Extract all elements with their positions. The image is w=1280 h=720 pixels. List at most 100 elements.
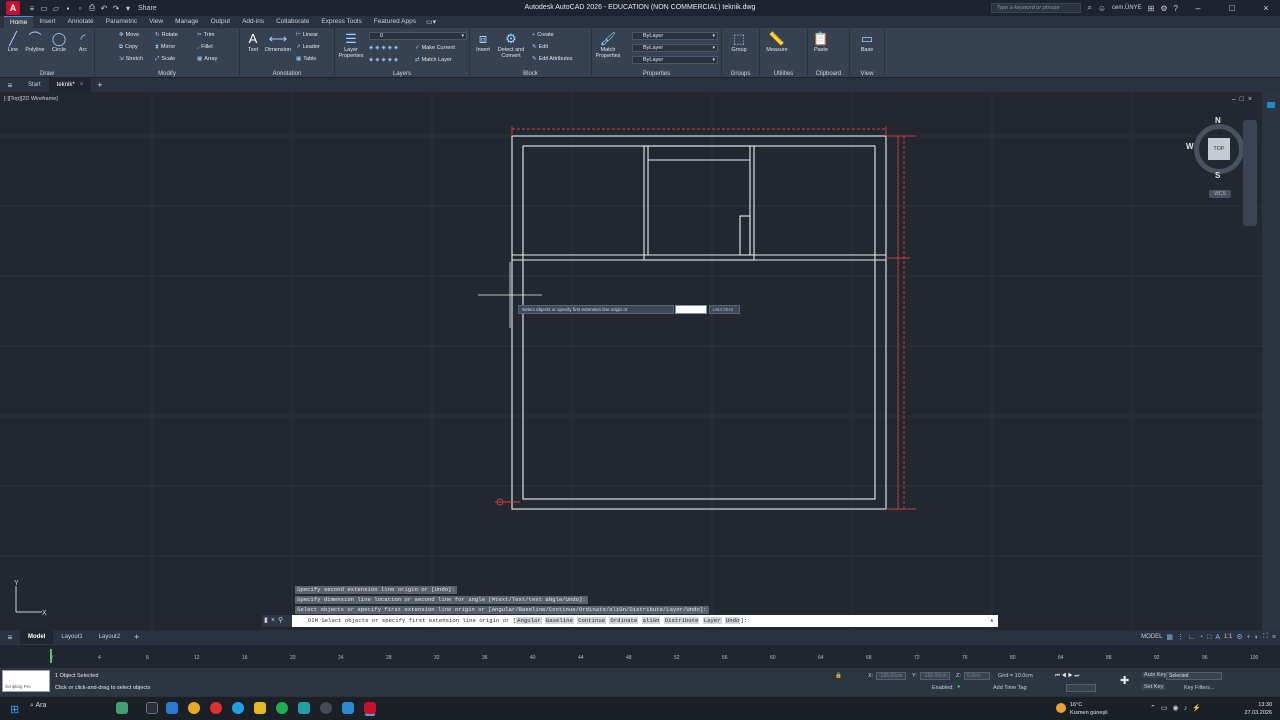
door-symbol[interactable] xyxy=(739,215,751,256)
z-coordinate-field[interactable]: 0.0cm xyxy=(964,672,990,680)
tab-teknik[interactable]: teknik* × xyxy=(48,78,92,92)
tab-collaborate[interactable]: Collaborate xyxy=(270,16,315,28)
measure-tool[interactable]: 📏 Measure xyxy=(764,31,790,53)
search-input[interactable]: Type a keyword or phrase xyxy=(991,3,1082,13)
command-input[interactable]: DIM Select objects or specify first exte… xyxy=(292,615,998,627)
outer-wall[interactable] xyxy=(511,135,887,510)
array-tool[interactable]: ▦ Array xyxy=(197,56,217,62)
layer-tools-icons[interactable]: ◈◈◈◈◈ xyxy=(369,45,400,51)
annotation-scale-icon[interactable]: A xyxy=(1215,634,1220,641)
text-tool[interactable]: A Text xyxy=(242,31,264,53)
dropdown-icon[interactable]: ▾ xyxy=(124,4,132,13)
navigation-bar[interactable] xyxy=(1243,120,1257,226)
mirror-tool[interactable]: ⧗ Mirror xyxy=(155,44,175,51)
edit-attributes-tool[interactable]: ✎ Edit Attributes xyxy=(532,56,573,62)
make-current-tool[interactable]: ✓ Make Current xyxy=(415,45,455,51)
share-button[interactable]: Share xyxy=(138,5,157,12)
tab-annotate[interactable]: Annotate xyxy=(62,16,100,28)
viewcube-top-face[interactable]: TOP xyxy=(1208,138,1230,160)
tab-parametric[interactable]: Parametric xyxy=(100,16,143,28)
enabled-toggle-icon[interactable]: ● xyxy=(957,684,960,690)
selected-combo[interactable]: Selected xyxy=(1166,672,1222,680)
tab-view[interactable]: View xyxy=(143,16,169,28)
arc-tool[interactable]: ◜ Arc xyxy=(72,31,94,53)
clipboard-panel-label[interactable]: Clipboard xyxy=(808,71,849,77)
lock-icon[interactable]: 🔒 xyxy=(835,673,842,679)
set-key-button[interactable]: Set Key xyxy=(1142,684,1166,690)
plot-icon[interactable]: ⎙ xyxy=(88,3,96,13)
frame-field[interactable] xyxy=(1066,684,1096,692)
chrome-icon[interactable] xyxy=(188,702,200,714)
taskbar-search[interactable]: ⌕ Ara xyxy=(30,702,46,710)
customize-icon[interactable]: ≡ xyxy=(1272,634,1276,641)
group-tool[interactable]: ⬚ Group xyxy=(728,31,750,53)
compass-north[interactable]: N xyxy=(1215,116,1221,125)
leader-tool[interactable]: ↗ Leader xyxy=(296,44,320,50)
polar-toggle-icon[interactable]: ◔ xyxy=(1199,634,1203,641)
model-space-toggle[interactable]: MODEL xyxy=(1141,634,1162,640)
move-key-icon[interactable]: ✚ xyxy=(1120,674,1129,687)
layers-panel-label[interactable]: Layers xyxy=(335,71,469,77)
weather-widget[interactable]: 16°C Kısmen güneşli xyxy=(1056,701,1108,717)
draw-panel-label[interactable]: Draw xyxy=(0,71,94,77)
move-tool[interactable]: ✥ Move xyxy=(119,32,139,38)
scripting-pro-panel[interactable]: Scripting Pro xyxy=(2,670,50,692)
add-tab-icon[interactable]: + xyxy=(91,80,108,90)
table-tool[interactable]: ▦ Table xyxy=(296,56,316,62)
playback-controls[interactable]: ⏮ ◀ ▶ ⏭ xyxy=(1055,673,1079,680)
color-combo[interactable]: ByLayer xyxy=(632,32,718,40)
floor-plan-walls[interactable] xyxy=(511,135,887,510)
tab-add-ins[interactable]: Add-ins xyxy=(236,16,270,28)
opera-icon[interactable] xyxy=(210,702,222,714)
save-as-icon[interactable]: ▫ xyxy=(76,4,84,13)
save-icon[interactable]: ▪ xyxy=(64,4,72,13)
room-outline[interactable] xyxy=(643,145,755,261)
linetype-combo[interactable]: ByLayer xyxy=(632,44,718,52)
fullscreen-icon[interactable]: ⛶ xyxy=(1263,633,1268,641)
tab-layout1[interactable]: Layout1 xyxy=(53,630,90,644)
edit-block-tool[interactable]: ✎ Edit xyxy=(532,44,548,50)
layout-menu-icon[interactable]: ≡ xyxy=(0,633,20,642)
minimize-button[interactable]: – xyxy=(1184,3,1212,13)
fillet-tool[interactable]: ◞ Fillet xyxy=(197,44,213,50)
settings-gear-icon[interactable]: ⚙ xyxy=(1236,633,1242,641)
command-line-controls[interactable]: ▮×⚲ xyxy=(262,615,292,627)
match-properties-tool[interactable]: 🖌 Match Properties xyxy=(594,31,622,59)
cart-icon[interactable]: ⊞ xyxy=(1148,4,1155,13)
app-icon-3[interactable] xyxy=(342,702,354,714)
key-filters-button[interactable]: Key Filters... xyxy=(1184,685,1215,691)
edge-icon[interactable] xyxy=(232,702,244,714)
add-time-tag[interactable]: Add Time Tag xyxy=(993,685,1027,691)
plus-icon[interactable]: + xyxy=(1247,634,1251,641)
osnap-toggle-icon[interactable]: □ xyxy=(1207,634,1211,641)
modify-panel-label[interactable]: Modify xyxy=(95,71,239,77)
maximize-button[interactable]: □ xyxy=(1218,3,1246,13)
option-ordinate[interactable]: Ordinate xyxy=(609,617,639,624)
view-panel-label[interactable]: View xyxy=(850,71,884,77)
lineweight-combo[interactable]: ByLayer xyxy=(632,56,718,64)
properties-panel-label[interactable]: Properties xyxy=(592,71,721,77)
block-panel-label[interactable]: Block xyxy=(470,71,591,77)
grid-toggle-icon[interactable]: ▦ xyxy=(1166,633,1173,641)
tab-featured-apps[interactable]: Featured Apps xyxy=(368,16,422,28)
x-coordinate-field[interactable]: -155.60cm xyxy=(876,672,906,680)
layer-properties-tool[interactable]: ☰ Layer Properties xyxy=(337,31,365,59)
viewport-controls-label[interactable]: [-][Top][2D Wireframe] xyxy=(4,96,58,102)
compass-west[interactable]: W xyxy=(1186,142,1194,151)
line-tool[interactable]: ╱ Line xyxy=(2,31,24,53)
animation-timeline[interactable]: 0 4 8 12 16 20 24 28 32 36 40 44 48 52 56 60 64 68 72 76 80 8… xyxy=(0,644,1280,668)
menu-icon[interactable]: ≡ xyxy=(28,4,36,13)
help-icon[interactable]: ? xyxy=(1174,4,1178,13)
paste-tool[interactable]: 📋 Paste xyxy=(810,31,832,53)
auto-key-button[interactable]: Auto Key xyxy=(1142,672,1169,678)
circle-tool[interactable]: ◯ Circle xyxy=(48,31,70,53)
command-close-icon[interactable]: ▴ xyxy=(990,615,994,627)
tab-model[interactable]: Model xyxy=(20,630,54,644)
tab-express-tools[interactable]: Express Tools xyxy=(315,16,367,28)
add-layout-icon[interactable]: + xyxy=(128,632,145,642)
tab-output[interactable]: Output xyxy=(205,16,237,28)
groups-panel-label[interactable]: Groups xyxy=(722,71,759,77)
spotify-icon[interactable] xyxy=(276,702,288,714)
compass-south[interactable]: S xyxy=(1215,171,1220,180)
app-icon-1[interactable] xyxy=(116,702,128,714)
